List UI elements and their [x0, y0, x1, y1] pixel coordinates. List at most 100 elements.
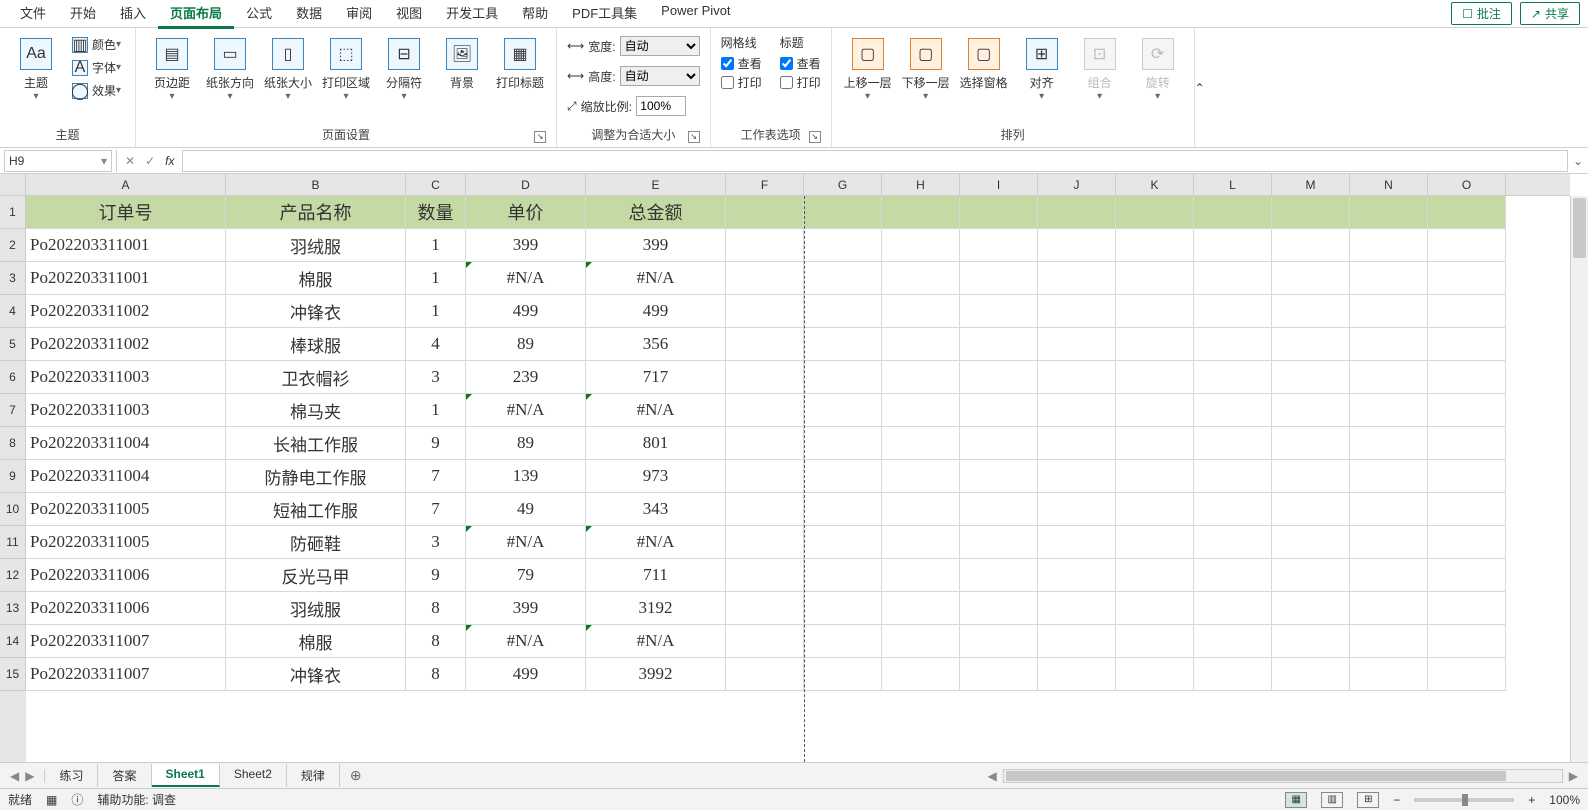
- formula-expand-button[interactable]: ⌄: [1568, 154, 1588, 168]
- comments-button[interactable]: ☐批注: [1451, 2, 1512, 25]
- cell[interactable]: 3: [406, 361, 466, 394]
- cell[interactable]: 801: [586, 427, 726, 460]
- cell[interactable]: Po202203311003: [26, 361, 226, 394]
- cell[interactable]: 399: [586, 229, 726, 262]
- cell[interactable]: [1428, 658, 1506, 691]
- cell[interactable]: [1272, 394, 1350, 427]
- cell[interactable]: [726, 559, 804, 592]
- menu-审阅[interactable]: 审阅: [334, 0, 384, 29]
- cell[interactable]: [960, 328, 1038, 361]
- align-button[interactable]: ⊞对齐: [1016, 34, 1068, 102]
- sheet-tab-答案[interactable]: 答案: [98, 764, 151, 787]
- cell[interactable]: Po202203311001: [26, 262, 226, 295]
- cell[interactable]: #N/A: [466, 262, 586, 295]
- cell[interactable]: 3: [406, 526, 466, 559]
- breaks-button[interactable]: ⊟分隔符: [378, 34, 430, 102]
- cell[interactable]: #N/A: [466, 526, 586, 559]
- cell[interactable]: 7: [406, 460, 466, 493]
- cell[interactable]: [1038, 658, 1116, 691]
- view-pagelayout-button[interactable]: ▥: [1321, 792, 1343, 808]
- headings-view-check[interactable]: [780, 57, 793, 70]
- cell[interactable]: [1194, 328, 1272, 361]
- cell[interactable]: 8: [406, 625, 466, 658]
- cell[interactable]: 499: [466, 658, 586, 691]
- cell[interactable]: [960, 493, 1038, 526]
- cell[interactable]: [1350, 559, 1428, 592]
- cell[interactable]: [1350, 592, 1428, 625]
- cell[interactable]: [1194, 460, 1272, 493]
- background-button[interactable]: 🖼背景: [436, 34, 488, 91]
- cell[interactable]: [726, 526, 804, 559]
- cell[interactable]: [1350, 493, 1428, 526]
- cell[interactable]: [804, 658, 882, 691]
- cell[interactable]: [1428, 328, 1506, 361]
- row-header-15[interactable]: 15: [0, 658, 26, 691]
- cell[interactable]: [1116, 328, 1194, 361]
- size-button[interactable]: ▯纸张大小: [262, 34, 314, 102]
- cell[interactable]: [960, 526, 1038, 559]
- cell[interactable]: 7: [406, 493, 466, 526]
- send-backward-button[interactable]: ▢下移一层: [900, 34, 952, 102]
- cell[interactable]: 499: [586, 295, 726, 328]
- cell[interactable]: [960, 559, 1038, 592]
- cell[interactable]: [1428, 229, 1506, 262]
- row-header-13[interactable]: 13: [0, 592, 26, 625]
- cell[interactable]: Po202203311003: [26, 394, 226, 427]
- cell[interactable]: [1428, 592, 1506, 625]
- col-header-D[interactable]: D: [466, 174, 586, 195]
- cell[interactable]: [1194, 493, 1272, 526]
- col-header-N[interactable]: N: [1350, 174, 1428, 195]
- col-header-O[interactable]: O: [1428, 174, 1506, 195]
- spreadsheet-grid[interactable]: ABCDEFGHIJKLMNO 123456789101112131415 订单…: [0, 174, 1588, 762]
- cell[interactable]: Po202203311004: [26, 427, 226, 460]
- cell[interactable]: 冲锋衣: [226, 295, 406, 328]
- cell[interactable]: 9: [406, 427, 466, 460]
- cell[interactable]: [1038, 328, 1116, 361]
- cell[interactable]: [1428, 295, 1506, 328]
- cell[interactable]: 单价: [466, 196, 586, 229]
- cell[interactable]: [1428, 427, 1506, 460]
- cell[interactable]: [726, 625, 804, 658]
- name-box[interactable]: H9▾: [4, 150, 112, 172]
- cell[interactable]: [1116, 229, 1194, 262]
- cell[interactable]: [882, 592, 960, 625]
- pagesetup-launcher[interactable]: ↘: [534, 131, 546, 143]
- cell[interactable]: [1194, 526, 1272, 559]
- cell[interactable]: Po202203311005: [26, 526, 226, 559]
- cell[interactable]: [882, 559, 960, 592]
- cell[interactable]: [1272, 262, 1350, 295]
- cell[interactable]: [1194, 196, 1272, 229]
- ribbon-collapse-button[interactable]: ⌃: [1195, 28, 1215, 147]
- view-pagebreak-button[interactable]: ⊞: [1357, 792, 1379, 808]
- row-header-7[interactable]: 7: [0, 394, 26, 427]
- vertical-scrollbar[interactable]: [1570, 196, 1588, 762]
- width-select[interactable]: 自动: [620, 36, 700, 56]
- formula-input[interactable]: [183, 150, 1568, 172]
- cell[interactable]: 1: [406, 295, 466, 328]
- cell[interactable]: Po202203311002: [26, 295, 226, 328]
- cell[interactable]: [1272, 526, 1350, 559]
- cell[interactable]: [1428, 559, 1506, 592]
- cell[interactable]: [882, 460, 960, 493]
- cell[interactable]: 冲锋衣: [226, 658, 406, 691]
- menu-PDF工具集[interactable]: PDF工具集: [560, 0, 649, 29]
- cell[interactable]: [1116, 592, 1194, 625]
- cell[interactable]: [1194, 592, 1272, 625]
- cell[interactable]: [1428, 526, 1506, 559]
- cell[interactable]: [960, 460, 1038, 493]
- cell[interactable]: Po202203311006: [26, 592, 226, 625]
- row-header-2[interactable]: 2: [0, 229, 26, 262]
- view-normal-button[interactable]: ▦: [1285, 792, 1307, 808]
- orientation-button[interactable]: ▭纸张方向: [204, 34, 256, 102]
- print-area-button[interactable]: ⬚打印区域: [320, 34, 372, 102]
- cell[interactable]: 棉马夹: [226, 394, 406, 427]
- cell[interactable]: [1116, 394, 1194, 427]
- cell[interactable]: [726, 394, 804, 427]
- cell[interactable]: #N/A: [466, 394, 586, 427]
- col-header-G[interactable]: G: [804, 174, 882, 195]
- cell[interactable]: [804, 625, 882, 658]
- cell[interactable]: [1116, 262, 1194, 295]
- cell[interactable]: [1038, 559, 1116, 592]
- cell[interactable]: [1272, 658, 1350, 691]
- cell[interactable]: [1428, 493, 1506, 526]
